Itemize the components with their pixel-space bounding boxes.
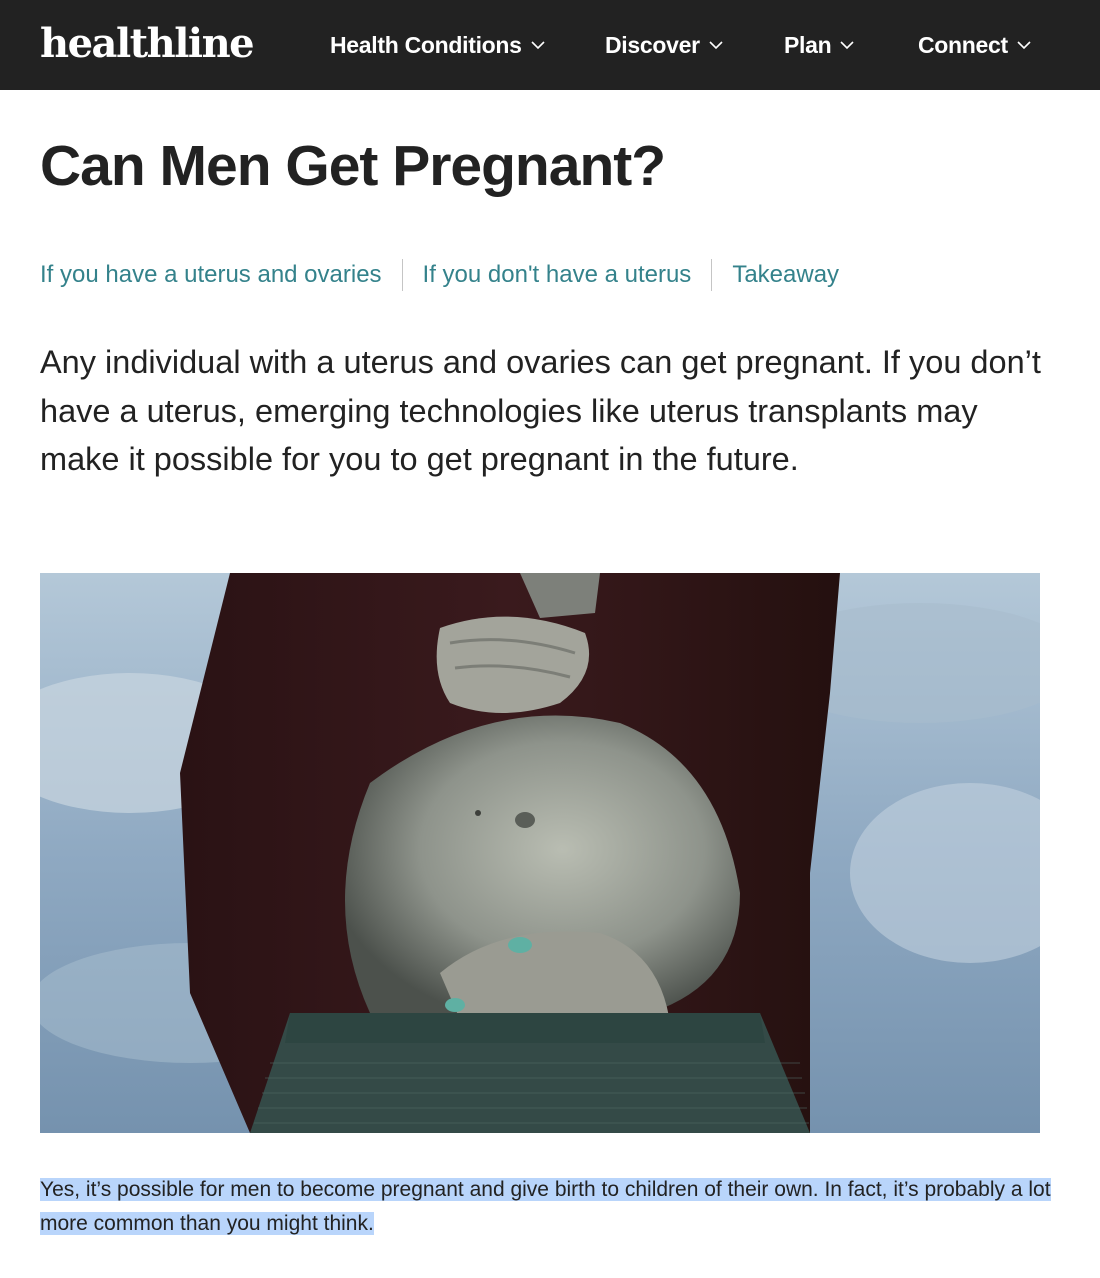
chevron-down-icon [531,40,545,50]
healthline-logo[interactable]: healthline [40,22,255,66]
nav-plan[interactable]: Plan [784,30,854,60]
nav-label: Plan [784,31,832,58]
article-intro: Any individual with a uterus and ovaries… [40,344,1041,477]
article-body-paragraph: Yes, it’s possible for men to become pre… [40,1173,1070,1241]
article-title: Can Men Get Pregnant? [40,134,666,198]
nav-label: Discover [605,31,700,58]
toc-divider [711,259,713,291]
hero-image-illustration [40,573,1040,1133]
site-header: healthline Health Conditions Discover Pl… [0,0,1100,90]
toc-link-uterus-and-ovaries[interactable]: If you have a uterus and ovaries [40,258,382,292]
chevron-down-icon [709,40,723,50]
table-of-contents: If you have a uterus and ovaries If you … [40,258,839,292]
toc-link-no-uterus[interactable]: If you don't have a uterus [423,258,692,292]
toc-link-takeaway[interactable]: Takeaway [732,258,839,292]
selected-text: Yes, it’s possible for men to become pre… [40,1178,1051,1235]
nav-health-conditions[interactable]: Health Conditions [330,30,545,60]
toc-divider [401,259,403,291]
nav-connect[interactable]: Connect [918,30,1031,60]
hero-image [40,573,1040,1133]
nav-label: Health Conditions [330,31,522,58]
chevron-down-icon [1017,40,1031,50]
chevron-down-icon [840,40,854,50]
nav-discover[interactable]: Discover [605,30,723,60]
nav-label: Connect [918,31,1008,58]
